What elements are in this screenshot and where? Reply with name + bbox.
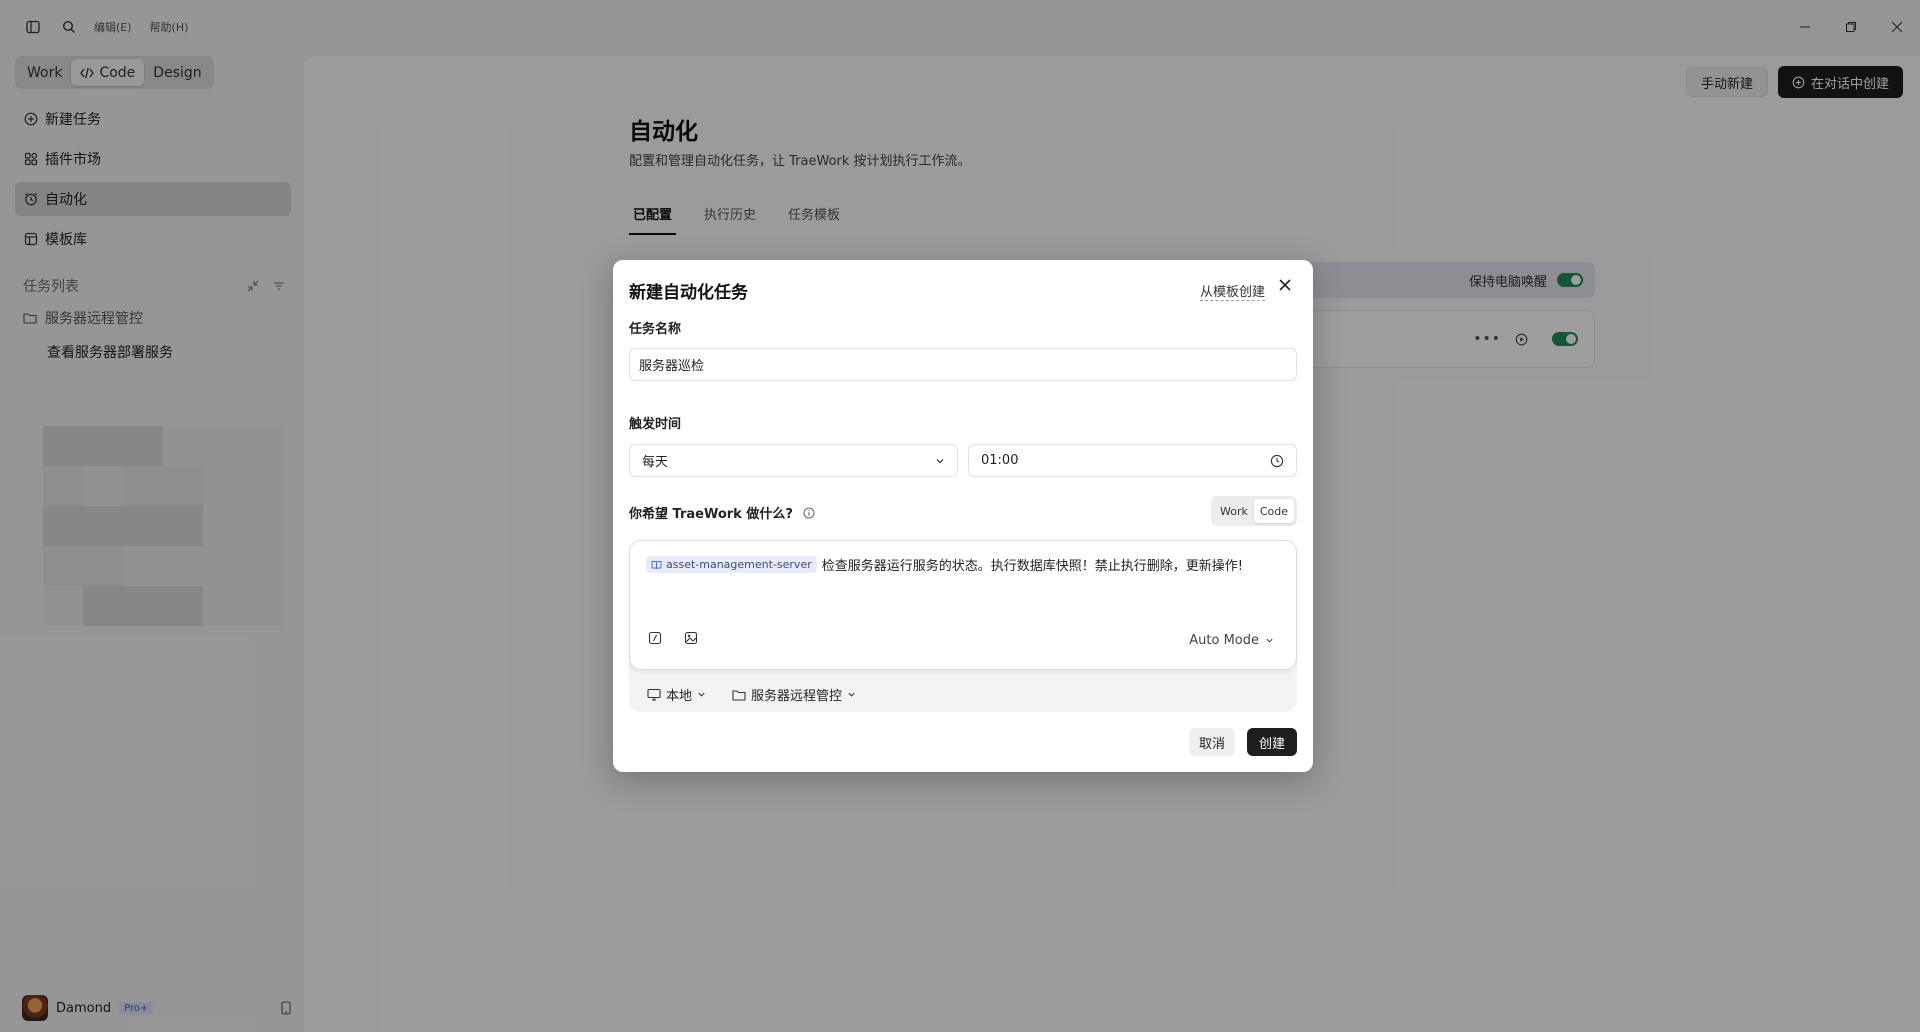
frequency-value: 每天 xyxy=(642,455,669,470)
close-icon[interactable] xyxy=(1278,278,1292,292)
prompt-text: 检查服务器运行服务的状态。执行数据库快照！禁止执行删除，更新操作! xyxy=(821,559,1243,574)
frequency-select[interactable]: 每天 xyxy=(629,444,958,477)
slash-command-icon[interactable] xyxy=(648,631,662,645)
task-name-label: 任务名称 xyxy=(629,322,682,337)
prompt-input[interactable]: asset-management-server 检查服务器运行服务的状态。执行数… xyxy=(629,540,1297,670)
clock-icon xyxy=(1270,454,1284,468)
folder-icon xyxy=(732,689,746,701)
create-button[interactable]: 创建 xyxy=(1247,728,1298,756)
chevron-down-icon xyxy=(847,690,856,699)
book-icon xyxy=(651,560,662,570)
trigger-time-label: 触发时间 xyxy=(629,417,682,432)
context-chip[interactable]: asset-management-server xyxy=(646,556,817,573)
new-automation-dialog: 新建自动化任务 从模板创建 任务名称 服务器巡检 触发时间 每天 01:00 你… xyxy=(613,260,1313,772)
environment-row: 本地 服务器远程管控 xyxy=(647,685,882,704)
task-name-input[interactable]: 服务器巡检 xyxy=(629,348,1297,381)
time-value: 01:00 xyxy=(981,453,1019,468)
prompt-label-text: 你希望 TraeWork 做什么? xyxy=(629,507,793,522)
prompt-content: asset-management-server 检查服务器运行服务的状态。执行数… xyxy=(646,555,1243,574)
image-upload-icon[interactable] xyxy=(684,631,698,645)
prompt-container: asset-management-server 检查服务器运行服务的状态。执行数… xyxy=(629,540,1297,712)
workspace-label: 服务器远程管控 xyxy=(751,689,843,704)
info-icon[interactable] xyxy=(803,507,815,519)
chevron-down-icon xyxy=(1265,636,1274,645)
chevron-down-icon xyxy=(697,690,706,699)
prompt-label: 你希望 TraeWork 做什么? xyxy=(629,503,815,522)
workspace-dropdown[interactable]: 服务器远程管控 xyxy=(732,685,856,704)
prompt-mode-work[interactable]: Work xyxy=(1214,499,1254,523)
cancel-button[interactable]: 取消 xyxy=(1189,728,1236,756)
dialog-title: 新建自动化任务 xyxy=(629,283,748,303)
context-chip-label: asset-management-server xyxy=(666,558,812,571)
auto-mode-dropdown[interactable]: Auto Mode xyxy=(1189,633,1274,648)
prompt-toolbar xyxy=(648,631,720,645)
auto-mode-label: Auto Mode xyxy=(1189,633,1259,648)
prompt-mode-code[interactable]: Code xyxy=(1253,499,1295,523)
environment-dropdown[interactable]: 本地 xyxy=(647,685,706,704)
monitor-icon xyxy=(647,688,661,701)
environment-label: 本地 xyxy=(666,689,693,704)
time-picker[interactable]: 01:00 xyxy=(968,444,1297,477)
chevron-down-icon xyxy=(935,456,945,466)
create-from-template-link[interactable]: 从模板创建 xyxy=(1200,281,1266,301)
prompt-mode-switch: Work Code xyxy=(1211,496,1298,526)
